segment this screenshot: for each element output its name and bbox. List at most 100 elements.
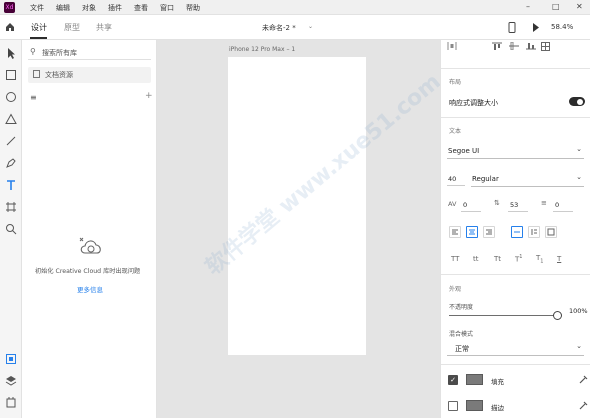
blend-mode-value: 正常 xyxy=(455,345,469,353)
document-icon xyxy=(33,70,40,78)
responsive-resize-label: 响应式调整大小 xyxy=(449,99,498,107)
layout-section-title: 布局 xyxy=(449,79,462,86)
chevron-down-icon: ⌄ xyxy=(576,342,582,350)
opacity-value[interactable]: 100% xyxy=(569,307,588,315)
chevron-down-icon[interactable]: ⌄ xyxy=(308,23,313,30)
artboard-tool-icon[interactable] xyxy=(4,200,18,214)
tab-prototype[interactable]: 原型 xyxy=(64,22,80,33)
opacity-slider-track[interactable] xyxy=(449,315,559,316)
menu-view[interactable]: 查看 xyxy=(134,3,148,13)
menu-edit[interactable]: 编辑 xyxy=(56,3,70,13)
character-spacing-field[interactable]: 0 xyxy=(461,200,481,212)
blend-mode-dropdown[interactable]: 正常 ⌄ xyxy=(447,340,584,356)
auto-width-icon xyxy=(514,231,520,233)
play-icon[interactable] xyxy=(532,23,540,32)
align-right-button[interactable] xyxy=(483,226,495,238)
document-assets-label: 文档资源 xyxy=(45,71,73,79)
search-icon: ⚲ xyxy=(30,47,36,56)
fixed-size-button[interactable] xyxy=(545,226,557,238)
layers-panel-icon[interactable] xyxy=(4,374,18,388)
device-preview-icon[interactable] xyxy=(508,22,516,33)
text-tool-icon[interactable] xyxy=(4,178,18,192)
font-size-value: 40 xyxy=(448,175,457,183)
properties-panel: 布局 响应式调整大小 文本 Segoe UI ⌄ 40 Regular ⌄ AV… xyxy=(440,40,590,418)
divider xyxy=(441,274,590,275)
auto-width-button[interactable] xyxy=(511,226,523,238)
menu-bar: Xd 文件 编辑 对象 插件 查看 窗口 帮助 – □ ✕ xyxy=(0,0,590,15)
align-left-button[interactable] xyxy=(449,226,461,238)
maximize-icon[interactable]: □ xyxy=(552,2,560,11)
assets-panel-icon[interactable] xyxy=(4,352,18,366)
titlecase-icon[interactable]: Tt xyxy=(494,255,501,263)
appearance-section-title: 外观 xyxy=(449,286,462,293)
lowercase-icon[interactable]: tt xyxy=(473,255,479,263)
underline-icon[interactable]: T xyxy=(557,255,561,263)
grid-icon[interactable] xyxy=(541,42,550,51)
menu-file[interactable]: 文件 xyxy=(30,3,44,13)
align-middle-icon[interactable] xyxy=(509,42,519,50)
blend-mode-label: 混合模式 xyxy=(449,331,474,338)
line-tool-icon[interactable] xyxy=(4,134,18,148)
line-spacing-value: 53 xyxy=(510,201,519,209)
tool-rail xyxy=(0,40,22,418)
zoom-level[interactable]: 58.4% xyxy=(551,23,573,31)
border-checkbox[interactable] xyxy=(448,401,458,411)
home-icon[interactable] xyxy=(5,22,15,32)
align-right-icon xyxy=(486,229,492,235)
align-center-button[interactable] xyxy=(466,226,478,238)
zoom-tool-icon[interactable] xyxy=(4,222,18,236)
font-size-field[interactable]: 40 xyxy=(447,172,465,186)
library-search[interactable]: ⚲ 搜索所有库 xyxy=(28,46,151,60)
sort-icon[interactable]: ≡ xyxy=(30,93,37,102)
eyedropper-icon[interactable] xyxy=(579,374,588,384)
document-title[interactable]: 未命名-2 * xyxy=(262,23,296,33)
fill-label: 填充 xyxy=(491,378,504,386)
border-label: 描边 xyxy=(491,404,504,412)
library-error-message: 初始化 Creative Cloud 库时出现问题 xyxy=(35,268,141,275)
font-family-dropdown[interactable]: Segoe UI ⌄ xyxy=(447,143,584,159)
eyedropper-icon[interactable] xyxy=(579,400,588,410)
select-tool-icon[interactable] xyxy=(4,46,18,60)
align-center-icon xyxy=(469,229,475,235)
font-weight-dropdown[interactable]: Regular ⌄ xyxy=(471,171,584,187)
minimize-icon[interactable]: – xyxy=(526,2,530,11)
library-panel: ⚲ 搜索所有库 文档资源 ≡ + 初始化 Creative Cloud 库时出现… xyxy=(22,40,157,418)
fill-checkbox[interactable]: ✓ xyxy=(448,375,458,385)
add-library-icon[interactable]: + xyxy=(145,91,153,101)
paragraph-spacing-field[interactable]: 0 xyxy=(553,200,573,212)
responsive-resize-toggle[interactable] xyxy=(569,97,585,106)
document-assets-item[interactable]: 文档资源 xyxy=(28,67,151,83)
align-top-icon[interactable] xyxy=(492,42,502,50)
superscript-icon[interactable]: T1 xyxy=(515,254,522,263)
menu-object[interactable]: 对象 xyxy=(82,3,96,13)
app-logo: Xd xyxy=(4,2,15,13)
tab-share[interactable]: 共享 xyxy=(96,22,112,33)
character-spacing-value: 0 xyxy=(463,201,468,209)
top-toolbar: 设计 原型 共享 未命名-2 * ⌄ 58.4% xyxy=(0,15,590,40)
border-color-swatch[interactable] xyxy=(466,400,483,411)
tab-design[interactable]: 设计 xyxy=(31,22,47,33)
polygon-tool-icon[interactable] xyxy=(4,112,18,126)
character-spacing-icon: AV xyxy=(448,200,457,208)
artboard-label[interactable]: iPhone 12 Pro Max – 1 xyxy=(229,46,295,53)
menu-help[interactable]: 帮助 xyxy=(186,3,200,13)
menu-window[interactable]: 窗口 xyxy=(160,3,174,13)
more-info-link[interactable]: 更多信息 xyxy=(77,284,103,294)
align-bottom-icon[interactable] xyxy=(526,42,536,50)
pen-tool-icon[interactable] xyxy=(4,156,18,170)
opacity-slider-handle[interactable] xyxy=(553,311,562,320)
uppercase-icon[interactable]: TT xyxy=(451,255,459,263)
plugins-panel-icon[interactable] xyxy=(4,396,18,410)
subscript-icon[interactable]: T1 xyxy=(536,254,543,264)
menu-plugins[interactable]: 插件 xyxy=(108,3,122,13)
rectangle-tool-icon[interactable] xyxy=(4,68,18,82)
line-spacing-field[interactable]: 53 xyxy=(508,200,528,212)
paragraph-spacing-value: 0 xyxy=(555,201,560,209)
fill-color-swatch[interactable] xyxy=(466,374,483,385)
close-icon[interactable]: ✕ xyxy=(576,2,583,11)
distribute-horizontal-icon[interactable] xyxy=(447,42,457,50)
search-placeholder: 搜索所有库 xyxy=(42,49,77,57)
auto-height-button[interactable] xyxy=(528,226,540,238)
chevron-down-icon: ⌄ xyxy=(576,145,582,153)
ellipse-tool-icon[interactable] xyxy=(4,90,18,104)
